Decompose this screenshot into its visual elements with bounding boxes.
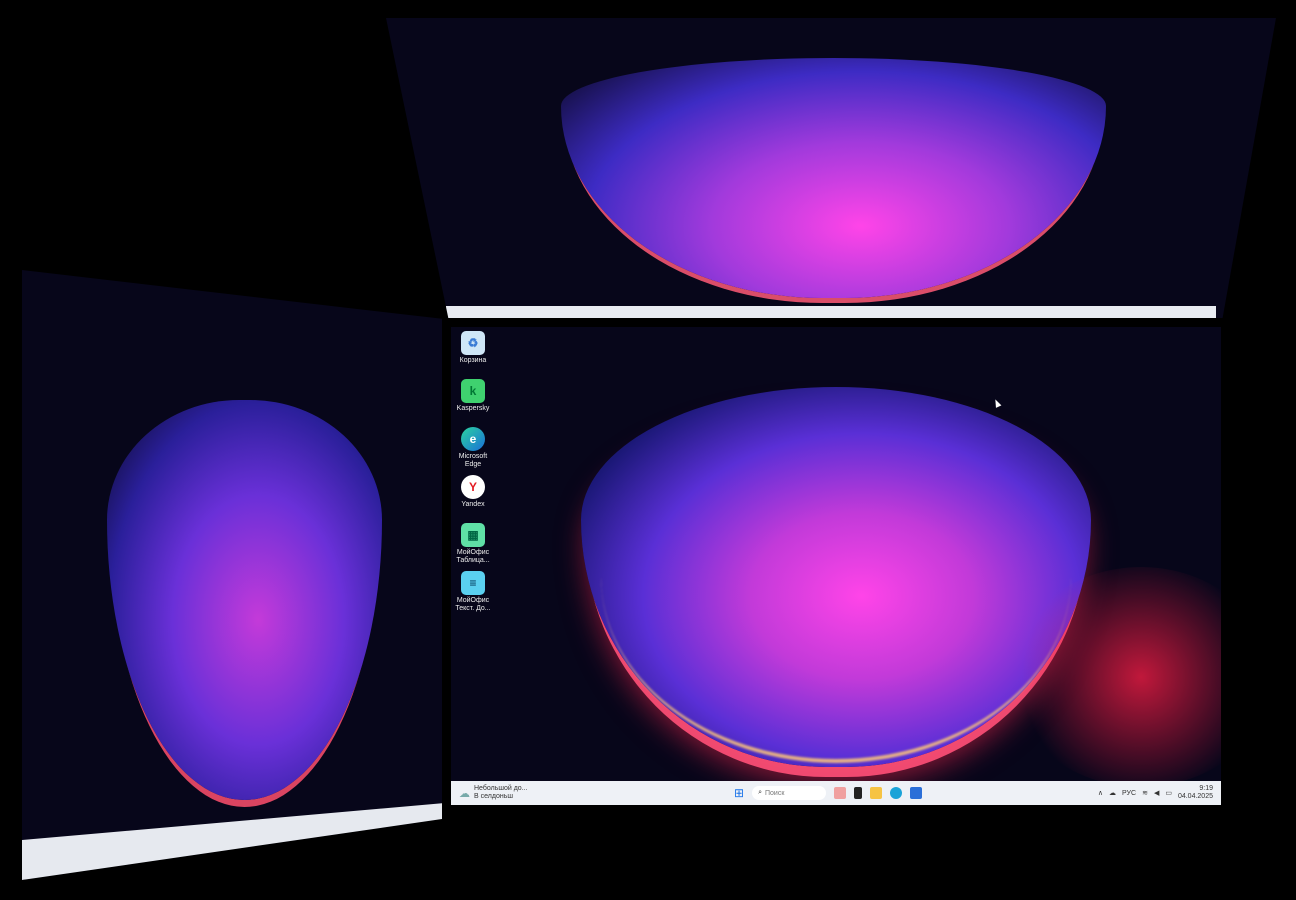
side-view-taskbar <box>22 803 442 880</box>
kaspersky-icon: k <box>461 379 485 403</box>
desktop-icon-label: Microsoft Edge <box>458 453 488 468</box>
desktop-icon-yandex[interactable]: Y Yandex <box>451 475 495 509</box>
monitor-top-view <box>386 18 1276 318</box>
search-placeholder: Поиск <box>764 789 785 797</box>
desktop-icon-recycle-bin[interactable]: ♻ Корзина <box>451 331 495 365</box>
file-explorer-icon[interactable] <box>870 787 883 799</box>
chevron-up-icon[interactable]: ∧ <box>1098 789 1103 797</box>
desktop-icon-edge[interactable]: e Microsoft Edge <box>451 427 495 469</box>
desktop-icon-label: МойОфис Текст. До... <box>455 597 491 612</box>
recycle-bin-icon: ♻ <box>461 331 485 355</box>
clock-date: 04.04.2025 <box>1177 793 1213 800</box>
desktop-icon-label: Kaspersky <box>456 405 490 412</box>
weather-icon: ☁ <box>459 787 470 800</box>
start-button[interactable]: ⊞ <box>734 786 744 800</box>
myoffice-table-icon: ▦ <box>461 523 485 547</box>
desktop-icon-kaspersky[interactable]: k Kaspersky <box>451 379 495 413</box>
search-icon: ⌕ <box>758 789 762 796</box>
battery-icon[interactable]: ▭ <box>1165 789 1172 797</box>
side-view-bloom <box>107 400 382 800</box>
taskbar: ☁ Небольшой до... В селдоньш ⊞ ⌕ Поиск ∧… <box>451 781 1221 805</box>
volume-icon[interactable]: ◀ <box>1154 789 1159 797</box>
monitor-side-view <box>22 270 442 880</box>
weather-line-1: Небольшой до... <box>474 785 528 792</box>
desktop-icon-myoffice-table[interactable]: ▦ МойОфис Таблица... <box>451 523 495 565</box>
edge-taskbar-icon[interactable] <box>890 787 903 799</box>
wifi-icon[interactable]: ≋ <box>1142 789 1148 797</box>
desktop-icon-label: Yandex <box>461 501 485 508</box>
desktop-icon-myoffice-text[interactable]: ≡ МойОфис Текст. До... <box>451 571 495 613</box>
taskbar-search[interactable]: ⌕ Поиск <box>752 786 827 800</box>
system-clock[interactable]: 9:19 04.04.2025 <box>1178 785 1213 801</box>
desktop-wallpaper: ♻ Корзина k Kaspersky e Microsoft Edge Y… <box>451 327 1221 782</box>
cloud-icon[interactable]: ☁ <box>1109 789 1116 797</box>
desktop-icon-label: Корзина <box>459 357 487 364</box>
clock-time: 9:19 <box>1199 785 1213 792</box>
top-view-taskbar <box>446 306 1216 318</box>
yandex-icon: Y <box>461 475 485 499</box>
weather-widget[interactable]: ☁ Небольшой до... В селдоньш <box>451 785 689 801</box>
mouse-cursor <box>992 398 1002 408</box>
widget-app-icon[interactable] <box>834 787 847 799</box>
edge-icon: e <box>461 427 485 451</box>
wallpaper-rim <box>601 577 1071 763</box>
desktop-icon-label: МойОфис Таблица... <box>456 549 490 564</box>
monitor-front: ♻ Корзина k Kaspersky e Microsoft Edge Y… <box>451 327 1221 805</box>
store-icon[interactable] <box>910 787 923 799</box>
weather-line-2: В селдоньш <box>474 793 513 800</box>
myoffice-text-icon: ≡ <box>461 571 485 595</box>
task-view-icon[interactable] <box>854 787 863 799</box>
top-view-bloom <box>561 58 1106 298</box>
language-indicator[interactable]: РУС <box>1122 790 1136 797</box>
